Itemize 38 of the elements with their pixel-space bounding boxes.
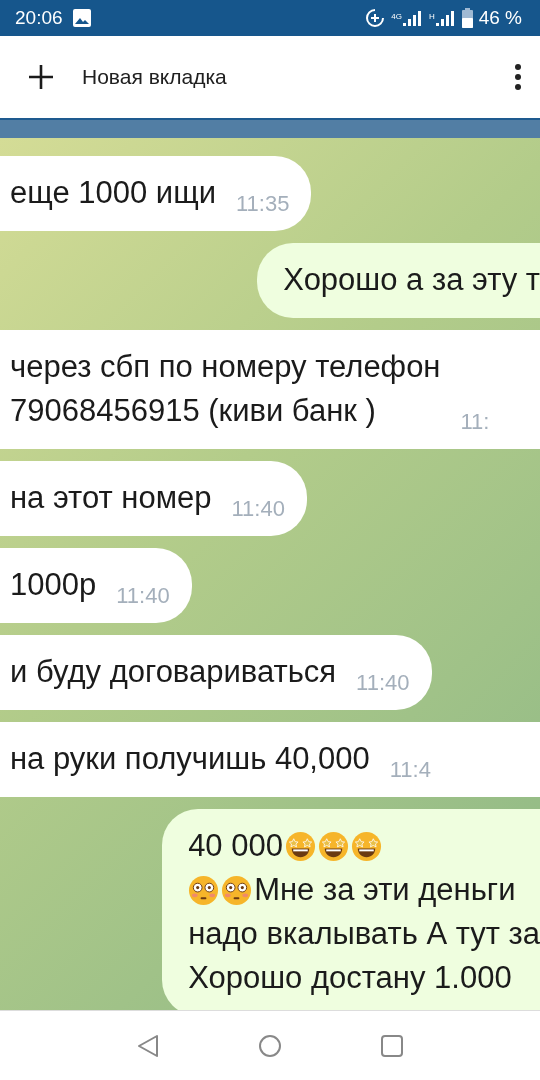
network-type-label: H <box>428 12 435 21</box>
message-time: 11:4 <box>389 757 431 783</box>
star-eyes-emoji-icon <box>284 830 316 862</box>
message-text: Хорошо а за эту т <box>283 261 540 299</box>
back-icon[interactable] <box>137 1033 159 1058</box>
signal-icon <box>435 10 456 26</box>
signal-icon <box>402 10 423 26</box>
home-icon[interactable] <box>259 1034 281 1057</box>
image-icon <box>72 9 91 27</box>
message-text: на руки получишь 40,000 <box>10 740 370 778</box>
message-text: и буду договариваться <box>10 653 337 691</box>
battery-percent: 46 % <box>478 7 522 29</box>
message-text: еще 1000 ищи <box>10 174 216 212</box>
message-text: Мне за эти деньги <box>254 871 516 909</box>
message-time: 11:40 <box>116 583 170 609</box>
star-eyes-emoji-icon <box>350 830 382 862</box>
plus-icon[interactable] <box>28 64 54 90</box>
network-type-label: 4G <box>391 12 402 21</box>
message-time: 11:35 <box>235 191 290 217</box>
battery-icon <box>461 8 473 28</box>
data-saver-icon <box>365 8 386 28</box>
tab-title: Новая вкладка <box>82 65 227 89</box>
message-text: надо вкалывать А тут за <box>188 915 540 953</box>
star-eyes-emoji-icon <box>317 830 349 862</box>
more-options-icon[interactable] <box>514 64 522 90</box>
message-text: Хорошо достану 1.000 <box>188 959 512 997</box>
status-time: 20:06 <box>15 7 63 29</box>
flushed-emoji-icon <box>221 874 253 906</box>
message-text: 40 000 <box>188 827 283 865</box>
recents-icon[interactable] <box>381 1034 403 1057</box>
message-time: 11: <box>460 409 490 435</box>
message-time: 11:40 <box>356 670 410 696</box>
message-text: через сбп по номеру телефон <box>10 348 441 386</box>
message-text: на этот номер <box>10 479 212 517</box>
message-time: 11:40 <box>231 496 285 522</box>
flushed-emoji-icon <box>188 874 220 906</box>
message-text: 1000р <box>10 566 97 604</box>
message-text: 79068456915 (киви банк ) <box>10 392 376 430</box>
